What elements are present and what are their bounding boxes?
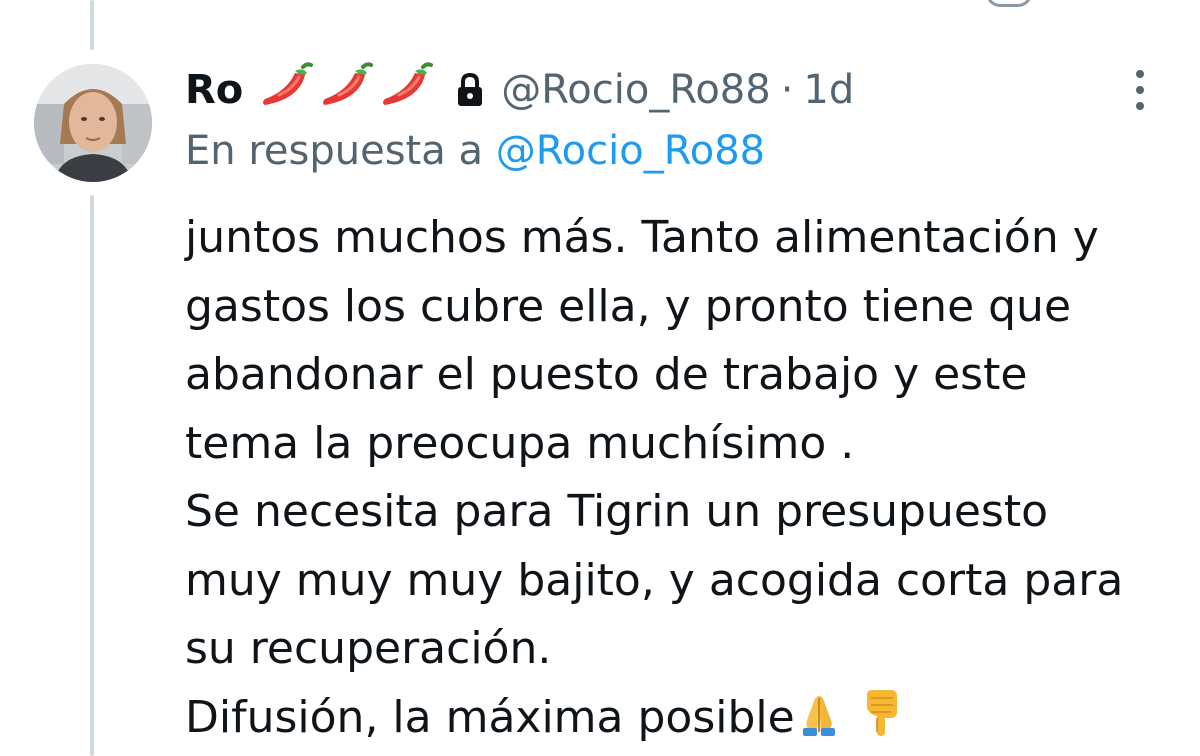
- avatar[interactable]: [34, 64, 152, 182]
- folded-hands-icon: [795, 690, 843, 756]
- replying-to-label: En respuesta a: [185, 128, 483, 174]
- tweet-text-line: juntos muchos más. Tanto alimentación y: [185, 212, 1099, 263]
- tweet-reply-view: Ro @Rocio_Ro88 · 1d En respuesta a @Roci…: [0, 0, 1200, 756]
- thread-connector-line: [90, 195, 94, 756]
- tweet-text-line: Difusión, la máxima posible: [185, 691, 795, 743]
- tweet-text-line: abandonar el puesto de trabajo y este: [185, 349, 1028, 400]
- tweet-text-line: su recuperación.: [185, 623, 552, 674]
- pointing-down-icon: [857, 688, 905, 756]
- tweet-text-line: Se necesita para Tigrin un presupuesto: [185, 486, 1049, 537]
- separator-dot: ·: [780, 67, 794, 113]
- tweet-text-last-line: Difusión, la máxima posible: [185, 684, 1185, 753]
- tweet-text-line: gastos los cubre ella, y pronto tiene qu…: [185, 280, 1072, 332]
- replying-to-line: En respuesta a @Rocio_Ro88: [185, 128, 765, 174]
- tweet-text-line: tema la preocupa muchísimo .: [185, 417, 855, 469]
- thread-connector-line: [90, 0, 94, 50]
- tweet-timestamp[interactable]: 1d: [803, 67, 854, 113]
- author-handle[interactable]: @Rocio_Ro88: [501, 67, 770, 113]
- chili-pepper-icon: [319, 61, 374, 119]
- cut-off-action-icon: [986, 0, 1032, 7]
- name-emoji-group: [259, 61, 434, 119]
- chili-pepper-icon: [259, 61, 314, 119]
- tweet-text: juntos muchos más. Tanto alimentación y …: [185, 204, 1185, 752]
- more-options-icon[interactable]: [1130, 68, 1150, 112]
- display-name[interactable]: Ro: [185, 67, 243, 113]
- reply-to-mention-link[interactable]: @Rocio_Ro88: [496, 128, 765, 174]
- chili-pepper-icon: [379, 61, 434, 119]
- lock-icon: [455, 72, 485, 108]
- tweet-header: Ro @Rocio_Ro88 · 1d: [185, 62, 854, 114]
- tweet-text-line: muy muy muy bajito, y acogida corta para: [185, 554, 1124, 606]
